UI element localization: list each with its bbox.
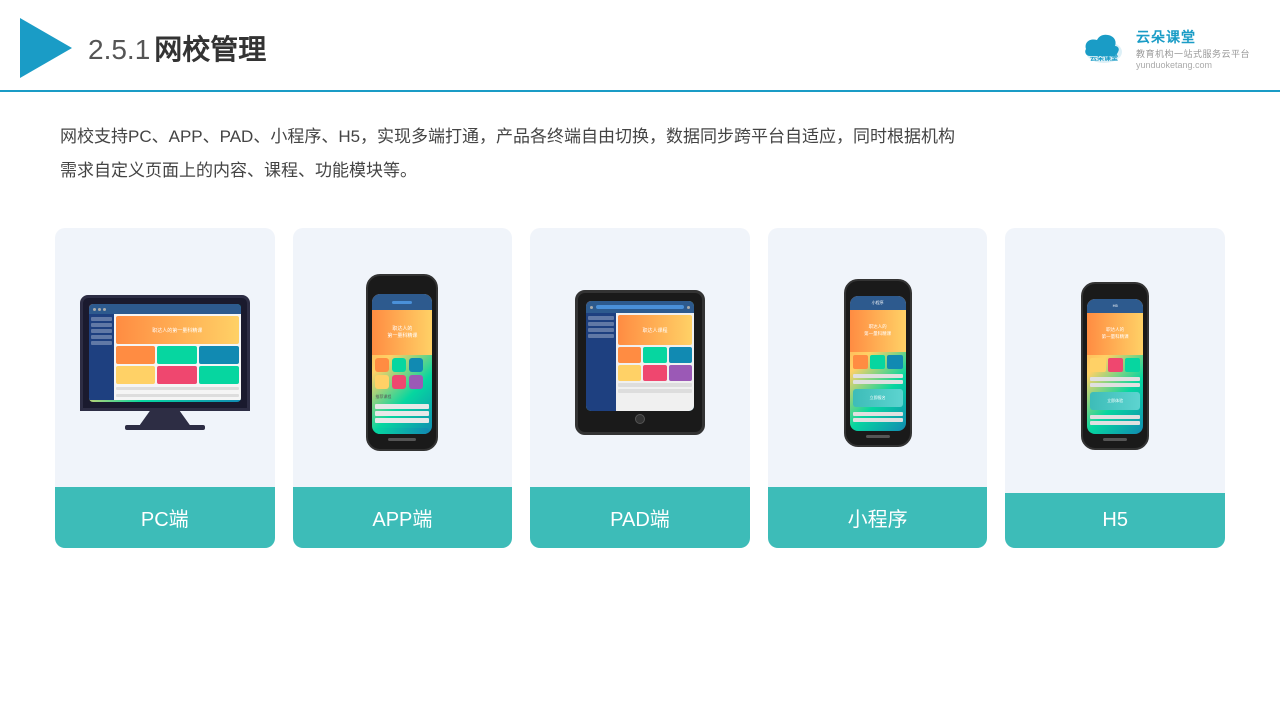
app-phone: 职达人的第一量科精课 推荐课程 [366, 274, 438, 451]
cards-container: 职达人的第一量科精课 [0, 208, 1280, 568]
pc-monitor: 职达人的第一量科精课 [80, 295, 250, 430]
card-pc-image: 职达人的第一量科精课 [55, 228, 275, 487]
logo-triangle-icon [20, 18, 72, 78]
brand-text: 云朵课堂 教育机构一站式服务云平台 yunduoketang.com [1136, 27, 1250, 70]
cloud-icon: 云朵课堂 [1080, 30, 1128, 66]
card-app: 职达人的第一量科精课 推荐课程 [293, 228, 513, 548]
card-miniapp-label: 小程序 [768, 487, 988, 548]
brand-url: yunduoketang.com [1136, 60, 1250, 70]
card-pc: 职达人的第一量科精课 [55, 228, 275, 548]
card-miniapp-image: 小程序 职达人的第一量科精课 立即报名 [768, 228, 988, 487]
card-pad-label: PAD端 [530, 487, 750, 548]
title-number: 2.5.1 [88, 34, 150, 65]
card-miniapp: 小程序 职达人的第一量科精课 立即报名 [768, 228, 988, 548]
card-h5: H5 职达人的第一量科精课 立即体验 [1005, 228, 1225, 548]
page-title: 2.5.1网校管理 [88, 28, 266, 68]
card-pc-label: PC端 [55, 487, 275, 548]
pad-tablet: 职达人课程 [575, 290, 705, 435]
description: 网校支持PC、APP、PAD、小程序、H5，实现多端打通，产品各终端自由切换，数… [0, 92, 1280, 198]
header: 2.5.1网校管理 云朵课堂 云朵课堂 教育机构一站式服务云平台 yunduok… [0, 0, 1280, 92]
description-line2: 需求自定义页面上的内容、课程、功能模块等。 [60, 154, 1220, 188]
card-h5-image: H5 职达人的第一量科精课 立即体验 [1005, 228, 1225, 493]
card-pad: 职达人课程 [530, 228, 750, 548]
brand-tagline: 教育机构一站式服务云平台 [1136, 47, 1250, 60]
miniapp-phone: 小程序 职达人的第一量科精课 立即报名 [844, 279, 912, 447]
header-left: 2.5.1网校管理 [20, 18, 266, 78]
brand-logo: 云朵课堂 云朵课堂 教育机构一站式服务云平台 yunduoketang.com [1080, 27, 1250, 70]
card-app-label: APP端 [293, 487, 513, 548]
card-h5-label: H5 [1005, 493, 1225, 548]
svg-text:云朵课堂: 云朵课堂 [1090, 53, 1118, 62]
description-line1: 网校支持PC、APP、PAD、小程序、H5，实现多端打通，产品各终端自由切换，数… [60, 120, 1220, 154]
card-pad-image: 职达人课程 [530, 228, 750, 487]
card-app-image: 职达人的第一量科精课 推荐课程 [293, 228, 513, 487]
brand-name: 云朵课堂 [1136, 27, 1250, 47]
h5-phone: H5 职达人的第一量科精课 立即体验 [1081, 282, 1149, 450]
title-text: 网校管理 [154, 34, 266, 65]
